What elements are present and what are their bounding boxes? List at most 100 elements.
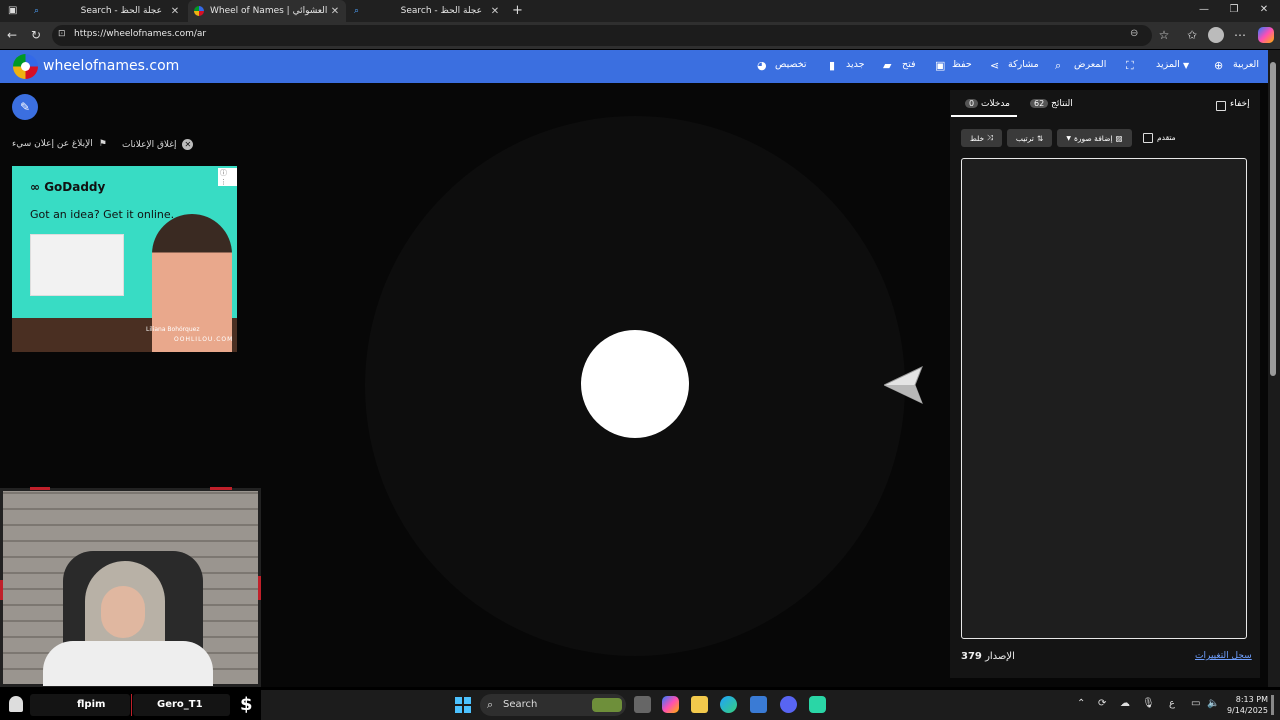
refresh-icon[interactable]: ↻ (28, 27, 44, 43)
favorite-star-icon[interactable]: ☆ (1156, 27, 1172, 43)
tab-entries[interactable]: 0 مدخلات (962, 99, 1010, 109)
tab-wheel-of-names[interactable]: Wheel of Names | الاسم العشوائي ✕ (188, 0, 346, 22)
hide-checkbox[interactable] (1216, 101, 1226, 111)
close-icon[interactable]: ✕ (330, 6, 340, 17)
new-file-icon: ▮ (829, 59, 836, 72)
pencil-icon: ✎ (19, 100, 31, 114)
overlay-name-right: Gero_T1 (157, 699, 203, 710)
tab-title: Search - عجلة الحظ (400, 6, 482, 16)
logo-wheel-icon[interactable] (13, 54, 38, 79)
fullscreen-icon[interactable]: ⛶ (1126, 59, 1134, 73)
taskbar-clock[interactable]: 8:13 PM 9/14/2025 (1226, 694, 1268, 716)
webcam-face (101, 586, 145, 638)
menu-more[interactable]: المزيد (1156, 59, 1180, 70)
results-count-badge: 62 (1030, 99, 1049, 108)
menu-customize[interactable]: تخصيص (775, 59, 807, 70)
window-close-icon[interactable]: ✕ (1257, 4, 1271, 15)
close-icon[interactable]: ✕ (490, 6, 500, 17)
webcam-shirt (43, 641, 213, 686)
edge-browser-icon[interactable] (720, 696, 737, 713)
godaddy-logo-icon: ∞ (30, 180, 45, 194)
search-icon: ⌕ (34, 6, 40, 16)
back-icon[interactable]: ← (4, 27, 20, 43)
read-aloud-icon[interactable]: ⊖ (1130, 28, 1138, 39)
search-icon: ⌕ (354, 6, 360, 16)
menu-new[interactable]: جديد (846, 59, 865, 70)
clock-date: 9/14/2025 (1226, 706, 1268, 715)
windows-start-icon[interactable] (455, 697, 471, 713)
microphone-icon[interactable]: 🎙 (1142, 698, 1155, 709)
tab-search-1[interactable]: ⌕ Search - عجلة الحظ ✕ (28, 0, 186, 22)
image-icon: ▨ (1115, 133, 1123, 143)
advanced-checkbox[interactable] (1143, 133, 1153, 143)
close-ads-label: إغلاق الإعلانات (122, 140, 177, 150)
favorites-icon[interactable]: ✩ (1184, 27, 1200, 43)
tab-title: Wheel of Names | الاسم العشوائي (210, 6, 330, 16)
palette-icon: ◕ (757, 59, 767, 72)
file-explorer-icon[interactable] (691, 696, 708, 713)
close-icon[interactable]: ✕ (170, 6, 180, 17)
close-circle-icon: ✕ (182, 139, 194, 150)
minimize-icon[interactable]: — (1197, 4, 1211, 15)
menu-gallery[interactable]: المعرض (1074, 59, 1106, 70)
active-tab-indicator (951, 115, 1017, 117)
stream-overlay-bar: $ (0, 690, 261, 720)
flag-icon: ⚑ (98, 139, 107, 149)
new-tab-icon[interactable]: + (512, 3, 523, 18)
wheel-pointer-icon (884, 366, 923, 404)
profile-avatar[interactable] (1208, 27, 1224, 43)
tab-search-2[interactable]: ⌕ Search - عجلة الحظ ✕ (348, 0, 506, 22)
add-image-button[interactable]: ▼ إضافة صورة ▨ (1057, 129, 1132, 147)
site-logo-text[interactable]: wheelofnames.com (43, 58, 179, 74)
changelog-link[interactable]: سجل التغييرات (1195, 651, 1252, 661)
app-icon[interactable] (809, 696, 826, 713)
ad-choices-icon[interactable]: ⓘ ⋮ (218, 168, 237, 186)
scrollbar-thumb[interactable] (1270, 62, 1276, 376)
tab-actions-icon[interactable]: ▣ (8, 5, 17, 16)
tab-entries-label: مدخلات (980, 99, 1010, 109)
dollar-icon: $ (240, 694, 253, 715)
restore-icon[interactable]: ❐ (1227, 4, 1241, 15)
entries-textarea[interactable] (961, 158, 1247, 639)
taskbar-search-box[interactable]: ⌕ (480, 694, 626, 716)
menu-language[interactable]: العربية (1233, 59, 1259, 70)
tab-results[interactable]: 62 النتائج (1027, 99, 1073, 109)
report-ad-link[interactable]: الإبلاغ عن إعلان سيء ⚑ (12, 139, 107, 149)
chevron-down-icon: ▼ (1066, 134, 1071, 142)
menu-share[interactable]: مشاركة (1008, 59, 1039, 70)
site-header: wheelofnames.com ◕ تخصيص ▮ جديد ▰ فتح ▣ … (0, 50, 1268, 83)
close-ads-link[interactable]: إغلاق الإعلانات ✕ (122, 139, 194, 150)
version-info: 379 الإصدار (961, 651, 1015, 662)
ad-brand: ∞ GoDaddy (30, 180, 106, 194)
cloud-icon[interactable]: ☁ (1120, 698, 1130, 709)
sync-icon[interactable]: ⟳ (1098, 698, 1106, 709)
edit-button[interactable]: ✎ (12, 94, 38, 120)
clock-time: 8:13 PM (1235, 695, 1268, 704)
show-desktop-button[interactable] (1271, 695, 1274, 715)
store-icon[interactable] (750, 696, 767, 713)
copilot-app-icon[interactable] (662, 696, 679, 713)
tray-overflow-icon[interactable]: ⌃ (1077, 698, 1085, 709)
wheel-center-button[interactable] (581, 330, 689, 438)
entries-count-badge: 0 (965, 99, 979, 108)
menu-open[interactable]: فتح (902, 59, 916, 70)
advertisement[interactable]: ∞ GoDaddy Got an idea? Get it online. Li… (12, 166, 237, 352)
discord-icon[interactable] (780, 696, 797, 713)
ad-domain: OOHLILOU.COM (174, 336, 234, 343)
copilot-icon[interactable] (1258, 27, 1274, 43)
search-icon: ⌕ (487, 698, 494, 711)
input-language-indicator[interactable]: ع (1169, 698, 1175, 709)
volume-icon[interactable]: 🔈 (1207, 698, 1219, 709)
sort-button[interactable]: ترتيب ⇅ (1007, 129, 1052, 147)
browser-tab-strip: ▣ ⌕ Search - عجلة الحظ ✕ Wheel of Names … (0, 0, 1280, 22)
more-options-icon[interactable]: ⋯ (1232, 27, 1248, 43)
webcam-frame-accent (0, 580, 3, 600)
menu-save[interactable]: حفظ (952, 59, 972, 70)
shuffle-button[interactable]: خلط ⤨ (961, 129, 1002, 147)
sort-label: ترتيب (1015, 133, 1034, 143)
version-label: الإصدار (985, 651, 1015, 662)
network-icon[interactable]: ▭ (1191, 698, 1200, 709)
url-field[interactable]: ⊡ https://wheelofnames.com/ar ⊖ (52, 25, 1152, 46)
task-view-icon[interactable] (634, 696, 651, 713)
site-info-icon[interactable]: ⊡ (58, 29, 66, 39)
